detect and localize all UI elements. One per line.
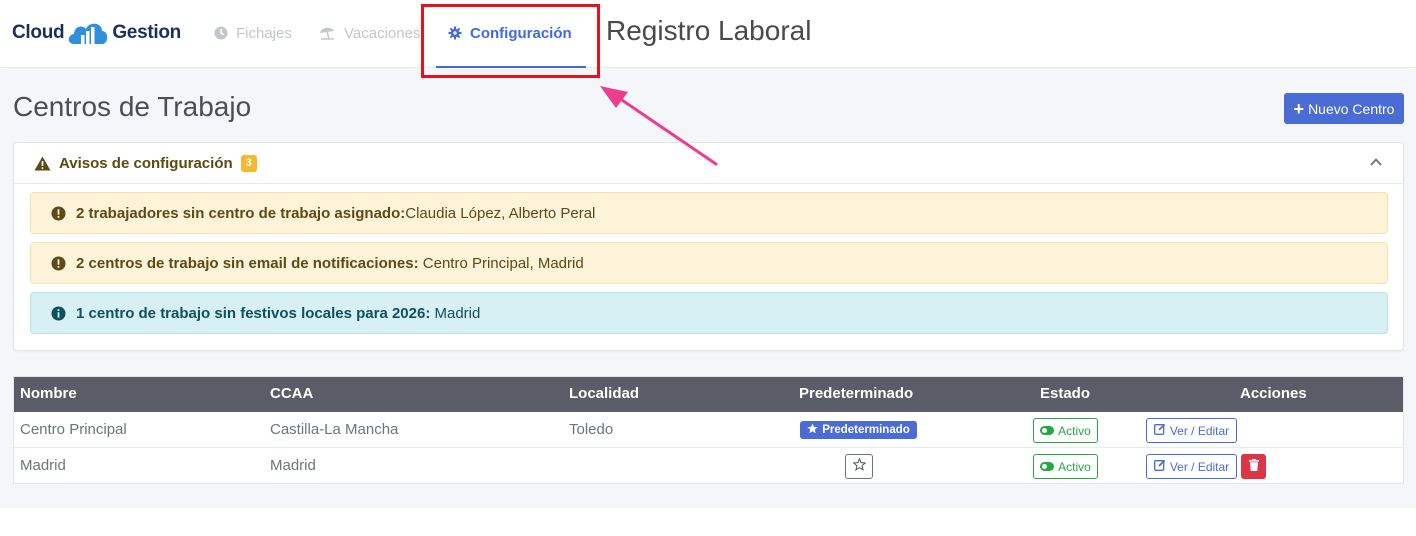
cell-ccaa: Madrid: [270, 457, 316, 474]
column-header-estado[interactable]: Estado: [1040, 385, 1090, 402]
status-label: Activo: [1058, 423, 1091, 438]
status-toggle-button[interactable]: Activo: [1033, 454, 1098, 479]
cell-localidad: Toledo: [569, 421, 614, 438]
work-centers-table: Nombre CCAA Localidad Predeterminado Est…: [13, 376, 1404, 484]
nav-item-label: Fichajes: [236, 24, 292, 42]
exclamation-circle-icon: [51, 256, 66, 271]
alert-bold-text: 1 centro de trabajo sin festivos locales…: [76, 304, 431, 322]
default-badge-label: Predeterminado: [822, 424, 910, 436]
new-centro-button[interactable]: + Nuevo Centro: [1284, 93, 1404, 124]
view-edit-button[interactable]: Ver / Editar: [1146, 454, 1237, 479]
star-filled-icon: [807, 423, 818, 437]
plus-icon: +: [1293, 98, 1305, 119]
nav-item-label: Vacaciones: [344, 24, 421, 42]
cell-ccaa: Castilla-La Mancha: [270, 421, 399, 438]
trash-icon: [1248, 458, 1259, 475]
chevron-up-icon[interactable]: [1369, 155, 1383, 173]
column-header-nombre[interactable]: Nombre: [20, 385, 77, 402]
status-label: Activo: [1058, 459, 1091, 474]
toggle-on-icon: [1040, 462, 1055, 471]
cell-nombre: Centro Principal: [20, 421, 127, 438]
table-row: Madrid Madrid Activo Ver / Editar: [14, 448, 1403, 484]
column-header-acciones: Acciones: [1240, 385, 1307, 402]
top-navbar: Cloud Gestion Fichajes Vacaciones Config…: [0, 0, 1416, 68]
logo-text-left: Cloud: [12, 22, 65, 43]
alert-text: Centro Principal, Madrid: [418, 254, 584, 272]
info-circle-icon: [51, 306, 66, 321]
warning-triangle-icon: [34, 156, 51, 171]
view-edit-label: Ver / Editar: [1169, 423, 1230, 438]
view-edit-button[interactable]: Ver / Editar: [1146, 418, 1237, 443]
app-title: Registro Laboral: [606, 15, 812, 46]
config-warnings-card: Avisos de configuración 3 2 trabajadores…: [13, 142, 1404, 351]
star-outline-icon: [852, 457, 866, 475]
table-header: Nombre CCAA Localidad Predeterminado Est…: [14, 377, 1403, 412]
warnings-count-badge: 3: [240, 154, 257, 172]
alert-text: Madrid: [430, 304, 481, 322]
edit-icon: [1153, 459, 1166, 474]
alert-bold-text: 2 centros de trabajo sin email de notifi…: [76, 254, 419, 272]
edit-icon: [1153, 423, 1166, 438]
delete-button[interactable]: [1241, 454, 1266, 479]
alert-text: Claudia López, Alberto Peral: [405, 204, 596, 222]
default-badge: Predeterminado: [800, 421, 917, 439]
warnings-title: Avisos de configuración: [59, 154, 233, 172]
status-toggle-button[interactable]: Activo: [1033, 418, 1098, 443]
logo-text-right: Gestion: [112, 22, 181, 43]
warnings-card-header[interactable]: Avisos de configuración 3: [14, 143, 1403, 184]
new-centro-label: Nuevo Centro: [1308, 100, 1395, 117]
toggle-on-icon: [1040, 426, 1055, 435]
alert-center-without-holidays: 1 centro de trabajo sin festivos locales…: [30, 292, 1388, 334]
nav-item-vacaciones[interactable]: Vacaciones: [318, 22, 420, 44]
beach-umbrella-icon: [318, 26, 336, 40]
alert-workers-without-center: 2 trabajadores sin centro de trabajo asi…: [30, 192, 1388, 234]
table-row: Centro Principal Castilla-La Mancha Tole…: [14, 412, 1403, 448]
column-header-localidad[interactable]: Localidad: [569, 385, 639, 402]
cloudgestion-logo[interactable]: Cloud Gestion: [12, 18, 181, 48]
exclamation-circle-icon: [51, 206, 66, 221]
column-header-predeterminado[interactable]: Predeterminado: [799, 385, 913, 402]
annotation-highlight-box: [421, 4, 600, 78]
cell-nombre: Madrid: [20, 457, 66, 474]
page-title: Centros de Trabajo: [13, 91, 252, 122]
alert-centers-without-email: 2 centros de trabajo sin email de notifi…: [30, 242, 1388, 284]
set-default-button[interactable]: [845, 454, 873, 479]
nav-item-fichajes[interactable]: Fichajes: [214, 22, 292, 44]
clock-icon: [214, 26, 228, 40]
view-edit-label: Ver / Editar: [1169, 459, 1230, 474]
cloud-chart-icon: [66, 18, 110, 48]
alert-bold-text: 2 trabajadores sin centro de trabajo asi…: [76, 204, 406, 222]
column-header-ccaa[interactable]: CCAA: [270, 385, 313, 402]
